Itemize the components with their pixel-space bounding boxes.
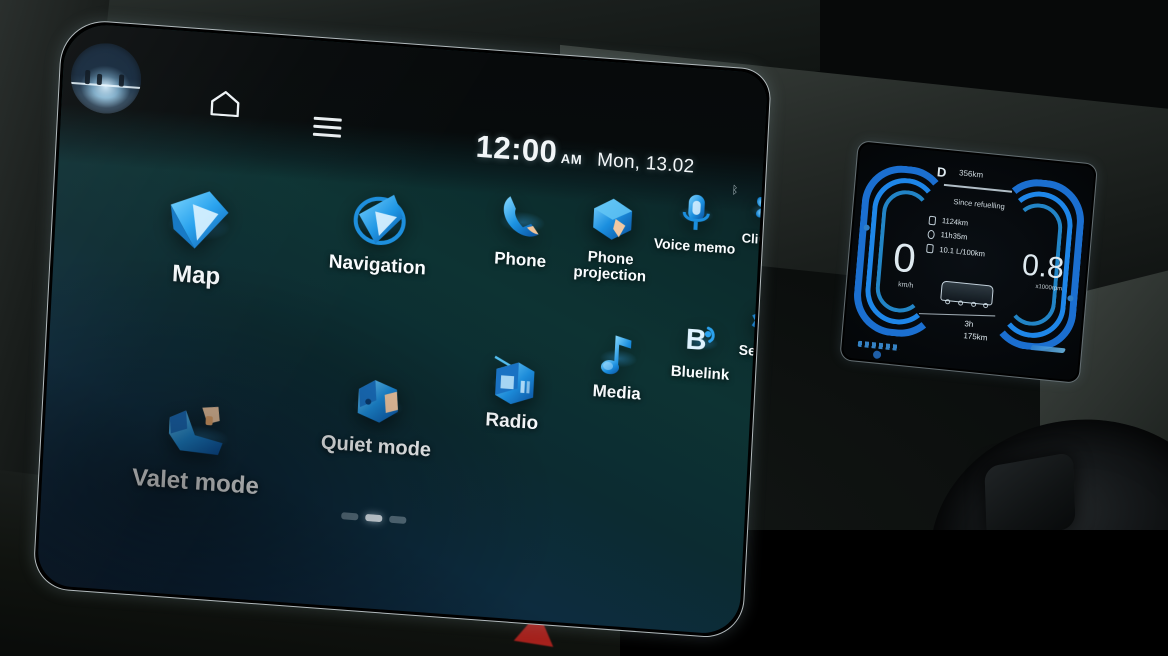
rpm-value: 0.8 <box>1020 248 1066 286</box>
hamburger-menu-icon[interactable] <box>312 116 342 139</box>
time-icon <box>927 229 936 240</box>
car-interior-scene: 12:00 AM Mon, 13.02 ᛒ Map Navigation Pho… <box>0 0 1168 656</box>
cluster-divider <box>943 183 1013 193</box>
app-label: Phone projection <box>573 248 647 286</box>
app-tile-climate[interactable]: Climate <box>700 184 768 252</box>
radio-receiver-icon <box>481 352 546 408</box>
map-pin-arrow-icon <box>153 180 245 259</box>
home-screen: 12:00 AM Mon, 13.02 ᛒ Map Navigation Pho… <box>36 22 768 636</box>
gear-indicator: D <box>936 164 949 181</box>
status-dot-bottom <box>872 350 882 360</box>
app-tile-valet-mode[interactable]: Valet mode <box>130 397 265 500</box>
page-dot[interactable] <box>389 515 407 524</box>
menu-bar <box>313 116 342 123</box>
page-indicator[interactable] <box>341 512 407 524</box>
avatar-tree <box>96 73 103 86</box>
speed-unit: km/h <box>897 281 914 290</box>
eta-distance: 175km <box>963 331 988 343</box>
app-label: Radio <box>484 409 539 435</box>
clock-ampm: AM <box>560 150 583 168</box>
eta-block: 3h 175km <box>963 318 989 344</box>
home-icon[interactable] <box>210 89 241 118</box>
app-label: Map <box>171 259 221 291</box>
distance-icon <box>928 215 937 226</box>
cluster-bezel: D 356km Since refuelling 1124km 11h35m 1… <box>839 140 1098 384</box>
app-label: Quiet mode <box>320 431 432 462</box>
avatar-tree <box>84 69 91 85</box>
right-indicator-strip <box>1029 344 1067 354</box>
fuel-range: 356km <box>958 168 984 180</box>
cluster-display: D 356km Since refuelling 1124km 11h35m 1… <box>842 143 1095 381</box>
display-bezel: 12:00 AM Mon, 13.02 ᛒ Map Navigation Pho… <box>32 18 773 640</box>
clock-date: Mon, 13.02 <box>596 149 695 178</box>
app-tile-quiet-mode[interactable]: Quiet mode <box>310 370 444 463</box>
app-tile-navigation[interactable]: Navigation <box>312 183 447 281</box>
navigation-compass-icon <box>341 186 418 253</box>
speed-value: 0 <box>891 235 917 282</box>
wheel-icon <box>957 300 964 306</box>
avatar-tree <box>118 74 125 87</box>
clock-time: 12:00 <box>475 128 559 170</box>
instrument-cluster: D 356km Since refuelling 1124km 11h35m 1… <box>839 140 1098 384</box>
app-label: Valet mode <box>131 463 260 501</box>
phone-handset-icon <box>488 189 556 247</box>
page-dot-active[interactable] <box>365 513 383 523</box>
avatar-horizon-line <box>70 81 141 89</box>
fuel-icon <box>926 243 934 254</box>
app-label: Navigation <box>328 251 427 280</box>
vehicle-top-view-icon <box>940 280 994 309</box>
left-indicator-strip <box>857 340 901 351</box>
wheel-icon <box>982 302 989 309</box>
infotainment-display: 12:00 AM Mon, 13.02 ᛒ Map Navigation Pho… <box>32 18 773 640</box>
menu-bar <box>313 124 342 131</box>
wheel-icon <box>944 299 951 305</box>
valet-mode-seat-icon <box>152 399 244 466</box>
app-tile-map[interactable]: Map <box>130 178 266 293</box>
page-dot[interactable] <box>341 512 359 521</box>
quiet-mode-speaker-icon <box>341 372 415 432</box>
wheel-icon <box>970 301 977 308</box>
